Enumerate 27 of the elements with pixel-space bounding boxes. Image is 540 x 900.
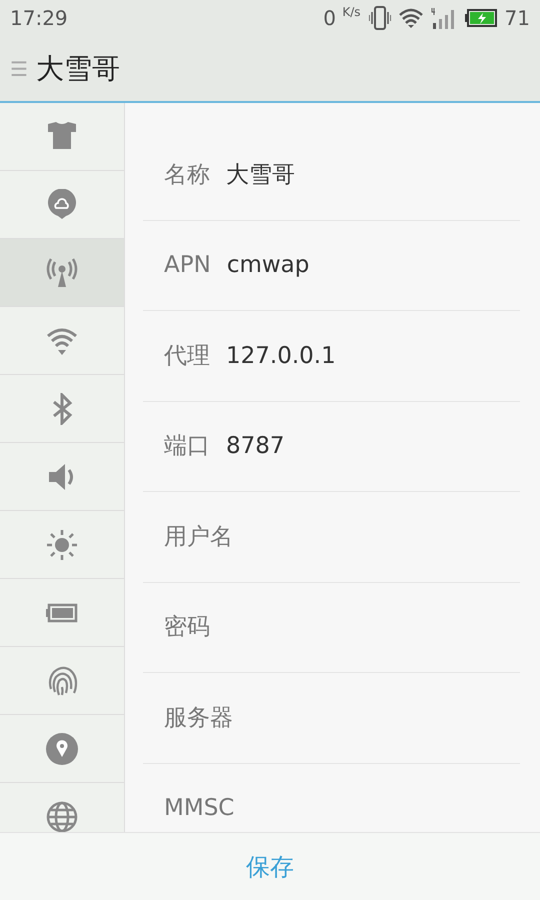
field-label: 用户名: [164, 522, 233, 552]
signal-icon: [430, 7, 457, 29]
sidebar-tab[interactable]: [0, 239, 124, 307]
vibrate-icon: [368, 6, 391, 30]
field-value[interactable]: 大雪哥: [226, 158, 295, 192]
field-value[interactable]: cmwap: [226, 248, 310, 282]
battery-charging-icon: [464, 9, 497, 27]
fingerprint-icon: [46, 664, 78, 696]
field-label: 密码: [164, 613, 210, 642]
globe-icon: [46, 800, 78, 832]
field-value[interactable]: 8787: [226, 429, 285, 464]
battery-percent: 71: [504, 5, 530, 32]
antenna-icon: [46, 256, 78, 288]
sun-icon: [46, 528, 78, 560]
field-value[interactable]: 127.0.0.1: [226, 338, 336, 373]
cloud-icon: [46, 188, 78, 220]
field-label: 端口: [164, 432, 210, 461]
location-pin-icon: [46, 732, 78, 764]
field-label: MMSC: [164, 794, 234, 823]
wifi-icon: [398, 8, 423, 28]
network-speed: 0 K/s: [323, 4, 361, 32]
page-title: 大雪哥: [36, 50, 120, 86]
field-label: 代理: [164, 342, 210, 370]
field-label: APN: [164, 251, 211, 280]
field-label: 服务器: [164, 704, 233, 732]
field-label: 名称: [164, 160, 210, 190]
status-time: 17:29: [10, 5, 68, 32]
